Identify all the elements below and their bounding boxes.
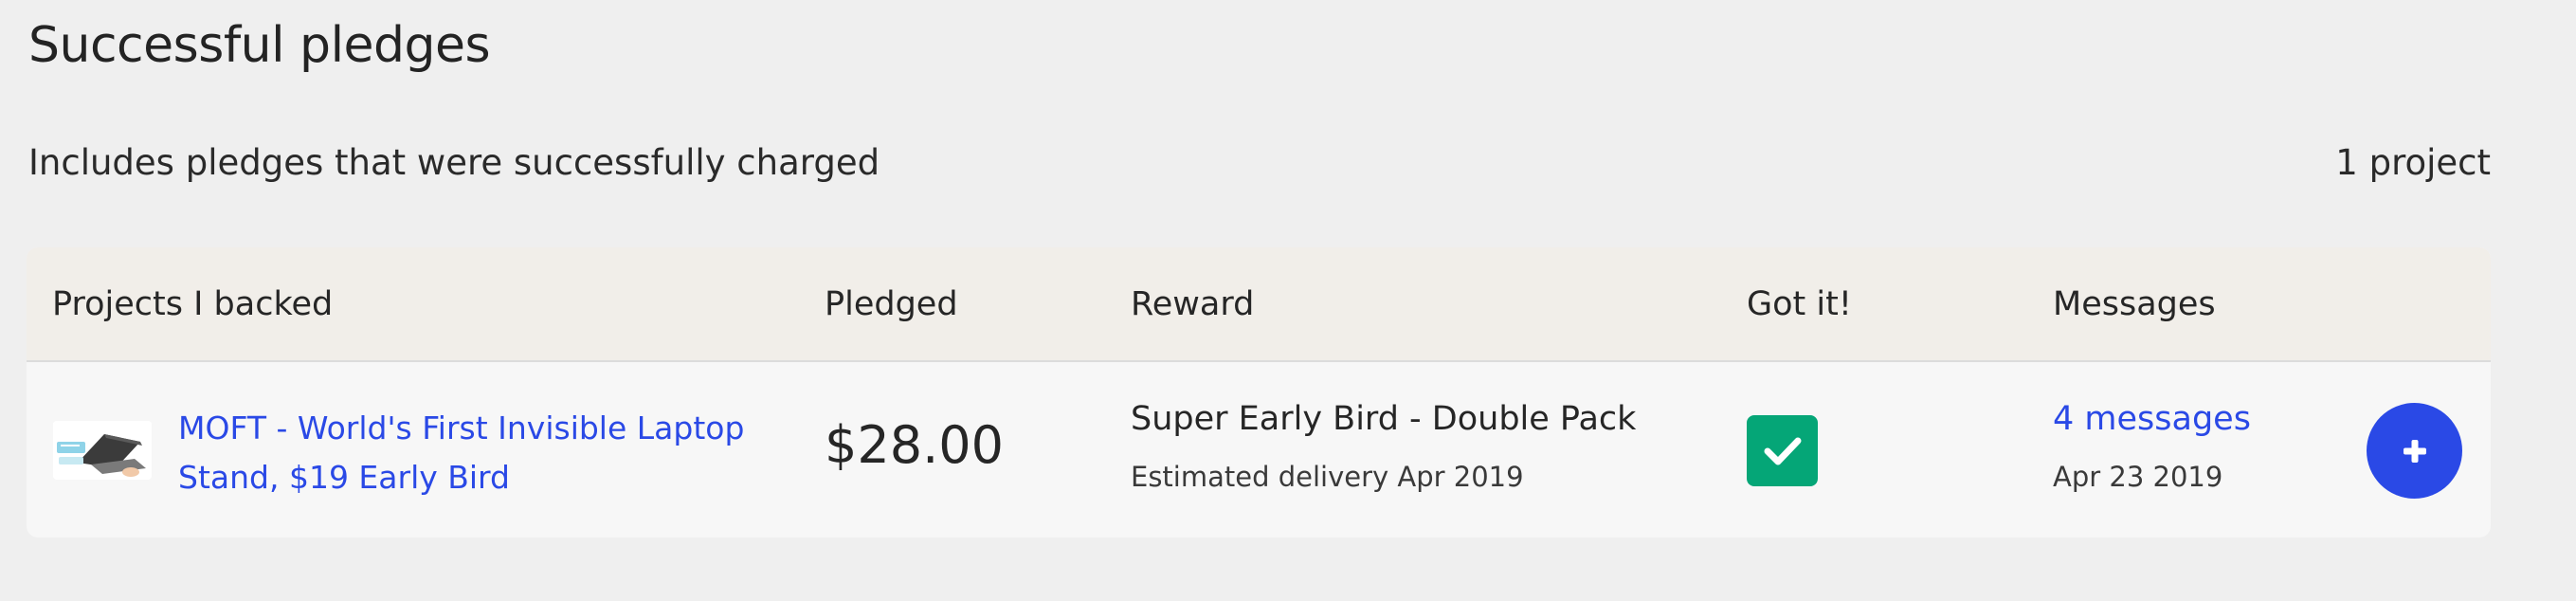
project-link[interactable]: MOFT - World's First Invisible Laptop St… [178, 404, 785, 502]
laptop-stand-image [53, 421, 152, 480]
pledges-table: Projects I backed Pledged Reward Got it!… [27, 247, 2491, 537]
expand-row-button[interactable] [2367, 403, 2462, 499]
section-description: Includes pledges that were successfully … [28, 142, 880, 183]
plus-icon [2403, 439, 2426, 463]
table-row: MOFT - World's First Invisible Laptop St… [27, 362, 2491, 537]
check-icon [1764, 437, 1801, 464]
column-header-projects: Projects I backed [52, 285, 334, 323]
column-header-messages: Messages [2053, 285, 2216, 323]
estimated-delivery: Estimated delivery Apr 2019 [1131, 461, 1524, 493]
page-title: Successful pledges [28, 17, 491, 74]
column-header-got-it: Got it! [1747, 285, 1852, 323]
column-header-pledged: Pledged [825, 285, 958, 323]
laptop-stand-thumbnail[interactable] [53, 421, 152, 480]
successful-pledges-page: Successful pledges Includes pledges that… [0, 0, 2576, 601]
messages-date: Apr 23 2019 [2053, 461, 2223, 493]
table-header: Projects I backed Pledged Reward Got it!… [27, 247, 2491, 362]
column-header-reward: Reward [1131, 285, 1255, 323]
got-it-checkbox[interactable] [1747, 415, 1818, 486]
messages-link[interactable]: 4 messages [2053, 400, 2251, 438]
reward-title: Super Early Bird - Double Pack [1131, 400, 1637, 438]
pledged-amount: $28.00 [825, 415, 1004, 475]
project-count: 1 project [2335, 142, 2491, 183]
